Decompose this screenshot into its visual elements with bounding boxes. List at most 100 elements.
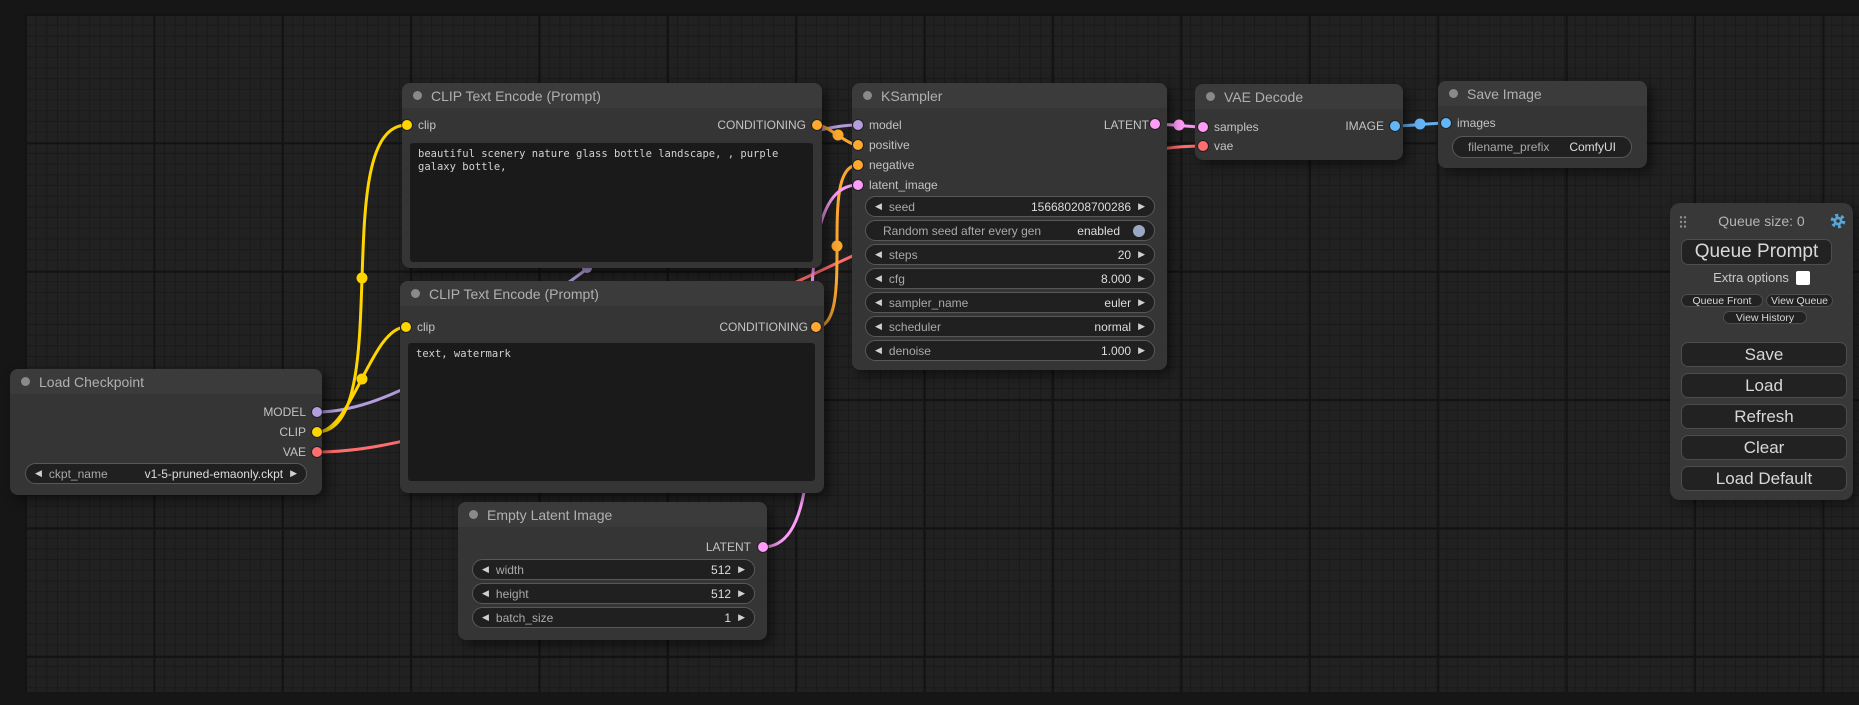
widget-value: 1 bbox=[724, 611, 731, 625]
output-port-conditioning[interactable] bbox=[811, 322, 821, 332]
view-queue-button[interactable]: View Queue bbox=[1766, 294, 1833, 307]
node-title-bar[interactable]: VAE Decode bbox=[1195, 84, 1403, 109]
input-port-positive[interactable] bbox=[853, 140, 863, 150]
step-left-icon[interactable]: ◀ bbox=[875, 273, 882, 284]
collapse-dot-icon[interactable] bbox=[21, 377, 30, 386]
random-seed-toggle-widget[interactable]: Random seed after every gen enabled bbox=[865, 220, 1155, 241]
collapse-dot-icon[interactable] bbox=[413, 91, 422, 100]
step-left-icon[interactable]: ◀ bbox=[875, 249, 882, 260]
input-port-clip[interactable] bbox=[402, 120, 412, 130]
sampler-name-widget[interactable]: ◀ sampler_name euler ▶ bbox=[865, 292, 1155, 313]
step-left-icon[interactable]: ◀ bbox=[875, 345, 882, 356]
load-button[interactable]: Load bbox=[1681, 373, 1847, 398]
output-port-model[interactable] bbox=[312, 407, 322, 417]
view-history-button[interactable]: View History bbox=[1723, 311, 1807, 324]
widget-label: ckpt_name bbox=[49, 467, 108, 481]
input-label-positive: positive bbox=[869, 137, 910, 153]
height-widget[interactable]: ◀ height 512 ▶ bbox=[472, 583, 755, 604]
seed-widget[interactable]: ◀ seed 156680208700286 ▶ bbox=[865, 196, 1155, 217]
step-right-icon[interactable]: ▶ bbox=[1138, 249, 1145, 260]
node-clip-encode-negative[interactable]: CLIP Text Encode (Prompt) clip CONDITION… bbox=[400, 281, 824, 493]
step-right-icon[interactable]: ▶ bbox=[1138, 297, 1145, 308]
output-port-image[interactable] bbox=[1390, 121, 1400, 131]
node-save-image[interactable]: Save Image images filename_prefix ComfyU… bbox=[1438, 81, 1647, 168]
filename-prefix-widget[interactable]: filename_prefix ComfyUI bbox=[1452, 136, 1632, 158]
collapse-dot-icon[interactable] bbox=[1206, 92, 1215, 101]
step-right-icon[interactable]: ▶ bbox=[1138, 321, 1145, 332]
input-port-samples[interactable] bbox=[1198, 122, 1208, 132]
settings-gear-icon[interactable] bbox=[1830, 213, 1846, 229]
widget-value: 1.000 bbox=[1101, 344, 1131, 358]
step-left-icon[interactable]: ◀ bbox=[35, 468, 42, 479]
prompt-textarea[interactable]: text, watermark bbox=[408, 343, 815, 481]
input-port-vae[interactable] bbox=[1198, 141, 1208, 151]
graph-canvas[interactable]: Load Checkpoint MODEL CLIP VAE ◀ ckpt_na… bbox=[0, 0, 1859, 705]
step-left-icon[interactable]: ◀ bbox=[875, 201, 882, 212]
output-label-model: MODEL bbox=[263, 404, 306, 420]
output-port-clip[interactable] bbox=[312, 427, 322, 437]
node-empty-latent-image[interactable]: Empty Latent Image LATENT ◀ width 512 ▶ … bbox=[458, 502, 767, 640]
input-port-clip[interactable] bbox=[401, 322, 411, 332]
node-title-bar[interactable]: Load Checkpoint bbox=[10, 369, 322, 394]
output-label-conditioning: CONDITIONING bbox=[717, 117, 806, 133]
collapse-dot-icon[interactable] bbox=[863, 91, 872, 100]
toggle-enabled-icon[interactable] bbox=[1133, 225, 1145, 237]
input-port-images[interactable] bbox=[1441, 118, 1451, 128]
step-left-icon[interactable]: ◀ bbox=[875, 297, 882, 308]
node-title: Empty Latent Image bbox=[487, 507, 612, 523]
link-midpoint-dot bbox=[833, 130, 844, 141]
output-port-latent[interactable] bbox=[1150, 119, 1160, 129]
save-button[interactable]: Save bbox=[1681, 342, 1847, 367]
steps-widget[interactable]: ◀ steps 20 ▶ bbox=[865, 244, 1155, 265]
load-default-button[interactable]: Load Default bbox=[1681, 466, 1847, 491]
batch-size-widget[interactable]: ◀ batch_size 1 ▶ bbox=[472, 607, 755, 628]
node-title-bar[interactable]: KSampler bbox=[852, 83, 1167, 108]
link-midpoint-dot bbox=[1174, 120, 1185, 131]
scheduler-widget[interactable]: ◀ scheduler normal ▶ bbox=[865, 316, 1155, 337]
widget-label: cfg bbox=[889, 272, 905, 286]
collapse-dot-icon[interactable] bbox=[411, 289, 420, 298]
queue-front-button[interactable]: Queue Front bbox=[1681, 294, 1763, 307]
step-right-icon[interactable]: ▶ bbox=[738, 588, 745, 599]
step-left-icon[interactable]: ◀ bbox=[482, 612, 489, 623]
node-title-bar[interactable]: Save Image bbox=[1438, 81, 1647, 106]
step-right-icon[interactable]: ▶ bbox=[290, 468, 297, 479]
node-title-bar[interactable]: Empty Latent Image bbox=[458, 502, 767, 527]
queue-size-label: Queue size: 0 bbox=[1670, 213, 1853, 229]
output-port-conditioning[interactable] bbox=[812, 120, 822, 130]
prompt-textarea[interactable]: beautiful scenery nature glass bottle la… bbox=[410, 143, 813, 262]
node-vae-decode[interactable]: VAE Decode samples vae IMAGE bbox=[1195, 84, 1403, 160]
ckpt-name-combo[interactable]: ◀ ckpt_name v1-5-pruned-emaonly.ckpt ▶ bbox=[25, 463, 307, 484]
denoise-widget[interactable]: ◀ denoise 1.000 ▶ bbox=[865, 340, 1155, 361]
node-clip-encode-positive[interactable]: CLIP Text Encode (Prompt) clip CONDITION… bbox=[402, 83, 822, 268]
step-right-icon[interactable]: ▶ bbox=[738, 564, 745, 575]
step-right-icon[interactable]: ▶ bbox=[1138, 273, 1145, 284]
node-ksampler[interactable]: KSampler model positive negative latent_… bbox=[852, 83, 1167, 370]
refresh-button[interactable]: Refresh bbox=[1681, 404, 1847, 429]
queue-prompt-button[interactable]: Queue Prompt bbox=[1681, 239, 1832, 265]
step-right-icon[interactable]: ▶ bbox=[738, 612, 745, 623]
collapse-dot-icon[interactable] bbox=[1449, 89, 1458, 98]
width-widget[interactable]: ◀ width 512 ▶ bbox=[472, 559, 755, 580]
widget-value: enabled bbox=[1077, 224, 1120, 238]
collapse-dot-icon[interactable] bbox=[469, 510, 478, 519]
node-title-bar[interactable]: CLIP Text Encode (Prompt) bbox=[402, 83, 822, 108]
step-left-icon[interactable]: ◀ bbox=[482, 588, 489, 599]
clear-button[interactable]: Clear bbox=[1681, 435, 1847, 460]
node-load-checkpoint[interactable]: Load Checkpoint MODEL CLIP VAE ◀ ckpt_na… bbox=[10, 369, 322, 495]
cfg-widget[interactable]: ◀ cfg 8.000 ▶ bbox=[865, 268, 1155, 289]
widget-label: width bbox=[496, 563, 524, 577]
extra-options-checkbox[interactable] bbox=[1796, 271, 1810, 285]
step-right-icon[interactable]: ▶ bbox=[1138, 345, 1145, 356]
node-title-bar[interactable]: CLIP Text Encode (Prompt) bbox=[400, 281, 824, 306]
comfy-menu-panel[interactable]: Queue size: 0 Queue Prompt Extra options… bbox=[1670, 203, 1853, 500]
output-port-latent[interactable] bbox=[758, 542, 768, 552]
input-label-negative: negative bbox=[869, 157, 914, 173]
output-port-vae[interactable] bbox=[312, 447, 322, 457]
input-port-model[interactable] bbox=[853, 120, 863, 130]
input-port-negative[interactable] bbox=[853, 160, 863, 170]
step-right-icon[interactable]: ▶ bbox=[1138, 201, 1145, 212]
step-left-icon[interactable]: ◀ bbox=[482, 564, 489, 575]
step-left-icon[interactable]: ◀ bbox=[875, 321, 882, 332]
input-port-latent-image[interactable] bbox=[853, 180, 863, 190]
